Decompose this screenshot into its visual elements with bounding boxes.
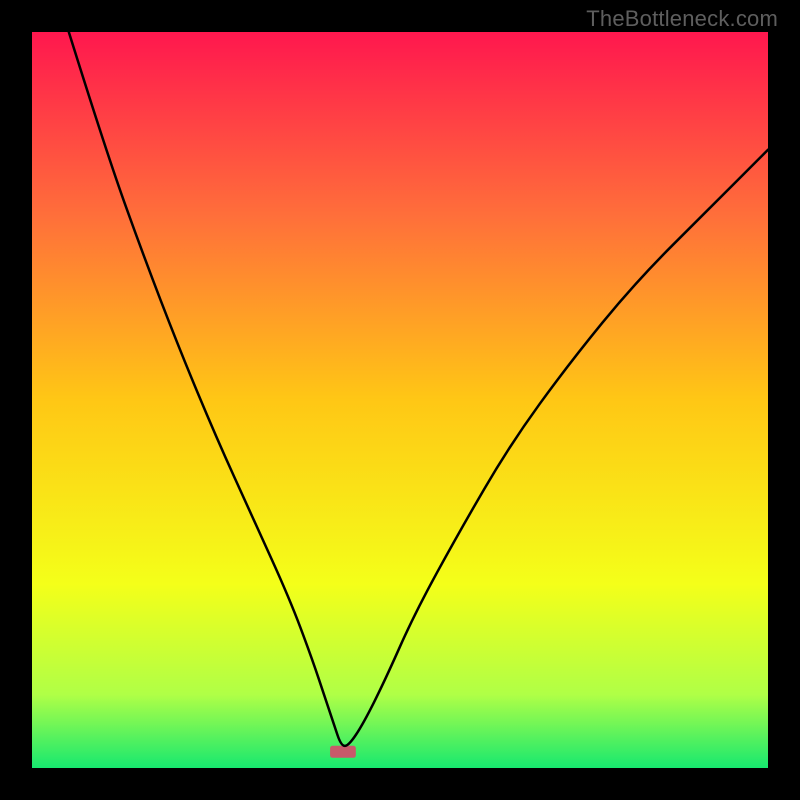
chart-frame: TheBottleneck.com xyxy=(0,0,800,800)
chart-svg xyxy=(32,32,768,768)
gradient-background xyxy=(32,32,768,768)
plot-area xyxy=(32,32,768,768)
plateau-marker xyxy=(330,746,356,758)
watermark: TheBottleneck.com xyxy=(586,6,778,32)
